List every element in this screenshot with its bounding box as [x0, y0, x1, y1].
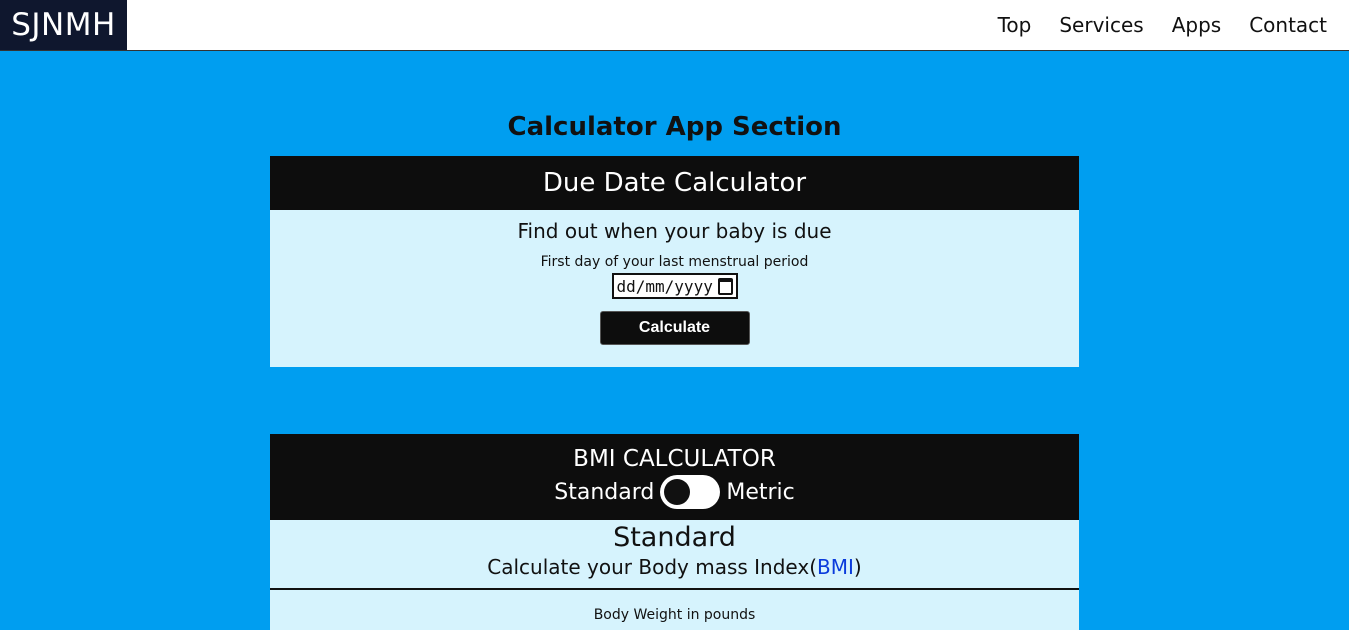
- bmi-subtitle: Calculate your Body mass Index(BMI): [270, 555, 1079, 579]
- due-date-subtitle: Find out when your baby is due: [517, 219, 832, 243]
- calendar-icon[interactable]: [717, 277, 733, 295]
- nav-services-link[interactable]: Services: [1059, 13, 1143, 37]
- bmi-card: BMI CALCULATOR Standard Metric Standard …: [270, 434, 1079, 630]
- bmi-link[interactable]: BMI: [817, 555, 854, 579]
- calculate-button[interactable]: Calculate: [599, 311, 750, 345]
- bmi-header: BMI CALCULATOR Standard Metric: [270, 434, 1079, 520]
- toggle-label-standard: Standard: [554, 479, 655, 505]
- toggle-knob: [664, 479, 691, 505]
- nav-top-link[interactable]: Top: [998, 13, 1032, 37]
- bmi-title: BMI CALCULATOR: [573, 446, 776, 472]
- toggle-label-metric: Metric: [726, 479, 795, 505]
- section-title: Calculator App Section: [507, 112, 842, 142]
- bmi-form: Body Weight in pounds: [270, 590, 1079, 630]
- bmi-mode-title: Standard: [613, 522, 736, 553]
- weight-label: Body Weight in pounds: [593, 607, 756, 623]
- bmi-subtitle-close: ): [853, 555, 862, 579]
- date-placeholder: dd/mm/yyyy: [616, 276, 713, 296]
- main-nav: Top Services Apps Contact: [970, 0, 1327, 50]
- nav-apps-link[interactable]: Apps: [1172, 13, 1222, 37]
- due-date-title: Due Date Calculator: [270, 156, 1079, 210]
- nav-contact-link[interactable]: Contact: [1249, 13, 1327, 37]
- site-logo[interactable]: SJNMH: [0, 0, 127, 50]
- bmi-intro: Standard Calculate your Body mass Index(…: [270, 520, 1079, 590]
- top-navbar: SJNMH Top Services Apps Contact: [0, 0, 1349, 51]
- lmp-label: First day of your last menstrual period: [540, 254, 809, 270]
- unit-toggle-switch[interactable]: [660, 475, 721, 509]
- unit-toggle-row: Standard Metric: [270, 475, 1079, 509]
- due-date-body: Find out when your baby is due First day…: [270, 210, 1079, 367]
- lmp-date-input[interactable]: dd/mm/yyyy: [611, 273, 738, 299]
- due-date-card: Due Date Calculator Find out when your b…: [270, 156, 1079, 367]
- bmi-subtitle-text: Calculate your Body mass Index(: [487, 555, 818, 579]
